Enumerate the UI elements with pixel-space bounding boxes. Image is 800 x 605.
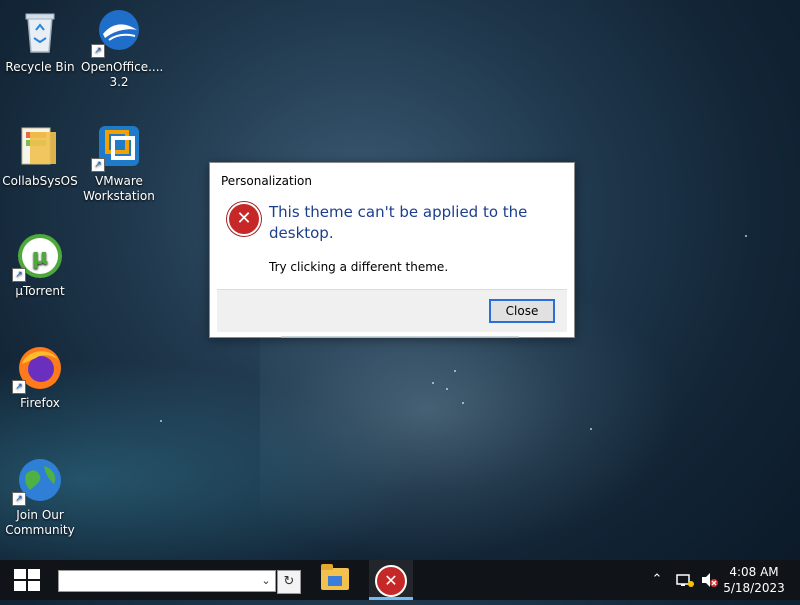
taskbar: ⌄ ↻ ✕ ⌃ 4:08 AM 5/18/2023 xyxy=(0,560,800,600)
wallpaper-star xyxy=(432,382,434,384)
wallpaper-star xyxy=(160,420,162,422)
wallpaper-star xyxy=(446,388,448,390)
wallpaper-star xyxy=(590,428,592,430)
recycle-bin-icon xyxy=(16,8,64,56)
desktop-icon-label: Firefox xyxy=(20,396,60,410)
close-button[interactable]: Close xyxy=(489,299,555,323)
openoffice-icon: ↗ xyxy=(91,8,143,58)
svg-text:µ: µ xyxy=(32,245,48,270)
chevron-up-icon[interactable]: ⌃ xyxy=(648,560,666,600)
desktop-icon-label: CollabSysOS xyxy=(2,174,78,188)
network-icon[interactable] xyxy=(674,560,696,600)
window-shadow-strip xyxy=(281,336,519,338)
chevron-down-icon[interactable]: ⌄ xyxy=(259,571,273,591)
shortcut-arrow-icon: ↗ xyxy=(12,380,26,394)
dialog-detail: Try clicking a different theme. xyxy=(269,260,449,274)
desktop-icon-join-community[interactable]: ↗ Join Our Community xyxy=(2,456,78,538)
desktop-icon-recycle-bin[interactable]: Recycle Bin xyxy=(2,8,78,75)
taskbar-app-file-explorer[interactable] xyxy=(313,560,357,600)
shortcut-arrow-icon: ↗ xyxy=(12,492,26,506)
desktop-icon-firefox[interactable]: ↗ Firefox xyxy=(2,344,78,411)
desktop-icon-openoffice[interactable]: ↗ OpenOffice.... 3.2 xyxy=(81,8,164,90)
dialog-footer: Close xyxy=(217,289,567,332)
desktop-icon-label: Recycle Bin xyxy=(5,60,75,74)
personalization-dialog: Personalization ✕ This theme can't be ap… xyxy=(209,162,575,338)
folder-icon xyxy=(321,564,349,590)
taskbar-clock[interactable]: 4:08 AM 5/18/2023 xyxy=(722,564,786,596)
desktop-icon-label: VMware Workstation xyxy=(83,174,155,203)
volume-muted-icon[interactable] xyxy=(698,560,720,600)
desktop-icon-collabsysos[interactable]: CollabSysOS xyxy=(2,122,78,189)
taskbar-app-error-dialog[interactable]: ✕ xyxy=(369,560,413,600)
wallpaper-star xyxy=(462,402,464,404)
dialog-title: Personalization xyxy=(221,174,312,188)
dialog-message: This theme can't be applied to the deskt… xyxy=(269,203,528,242)
desktop-icon-label: µTorrent xyxy=(15,284,65,298)
desktop-icon-label: OpenOffice.... 3.2 xyxy=(81,60,164,89)
shortcut-arrow-icon: ↗ xyxy=(12,268,26,282)
utorrent-icon: µ ↗ xyxy=(12,232,64,282)
error-icon: ✕ xyxy=(375,565,407,597)
error-icon: ✕ xyxy=(227,202,261,236)
globe-icon: ↗ xyxy=(12,456,64,506)
refresh-icon[interactable]: ↻ xyxy=(277,570,301,594)
folder-icon xyxy=(16,122,64,170)
wallpaper-star xyxy=(454,370,456,372)
firefox-icon: ↗ xyxy=(12,344,64,394)
vmware-icon: ↗ xyxy=(91,122,143,172)
clock-time: 4:08 AM xyxy=(729,565,779,579)
start-button[interactable] xyxy=(0,560,52,600)
shortcut-arrow-icon: ↗ xyxy=(91,158,105,172)
desktop-icon-label: Join Our Community xyxy=(5,508,75,537)
search-input[interactable]: ⌄ xyxy=(58,570,276,592)
shortcut-arrow-icon: ↗ xyxy=(91,44,105,58)
clock-date: 5/18/2023 xyxy=(723,581,785,595)
wallpaper-star xyxy=(745,235,747,237)
desktop-icon-utorrent[interactable]: µ ↗ µTorrent xyxy=(2,232,78,299)
windows-logo-icon xyxy=(14,569,40,591)
desktop-icon-vmware[interactable]: ↗ VMware Workstation xyxy=(81,122,157,204)
